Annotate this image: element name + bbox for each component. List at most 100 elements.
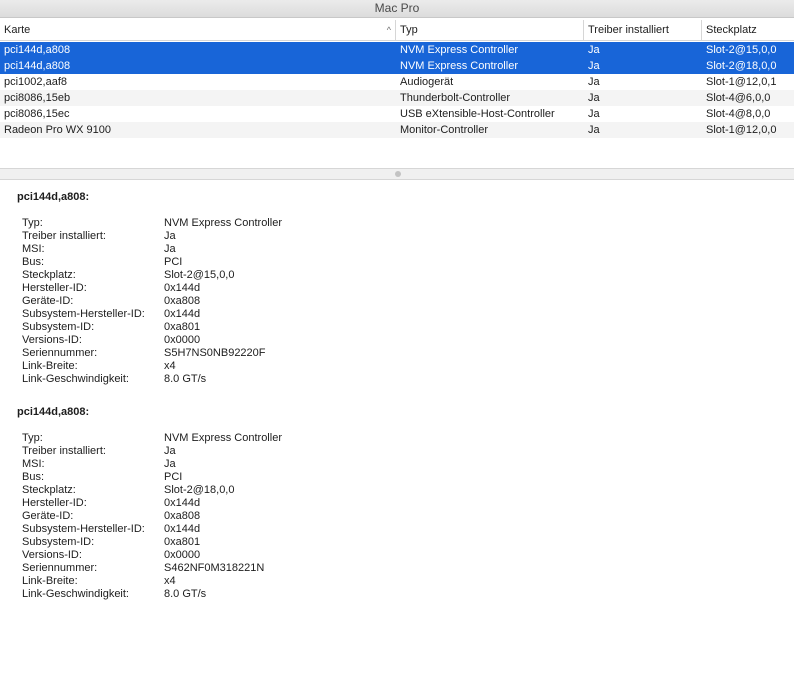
property-value: 0xa808 <box>164 510 201 522</box>
detail-property-row: Link-Geschwindigkeit: 8.0 GT/s <box>0 588 794 601</box>
property-key: Seriennummer: <box>22 347 98 359</box>
column-header-steckplatz[interactable]: Steckplatz <box>702 20 794 41</box>
table-row[interactable]: pci144d,a808 NVM Express Controller Ja Slot… <box>0 58 794 74</box>
table-row[interactable]: pci8086,15eb Thunderbolt-Controller Ja Slot… <box>0 90 794 106</box>
cell-typ: Thunderbolt-Controller <box>400 92 511 104</box>
property-value: 0x144d <box>164 523 201 535</box>
table-header: Karte ^ Typ Treiber installiert Steckpla… <box>0 20 794 41</box>
cell-steckplatz: Slot-4@6,0,0 <box>706 92 771 104</box>
cell-treiber: Ja <box>588 92 600 104</box>
property-key: Link-Geschwindigkeit: <box>22 588 129 600</box>
cell-steckplatz: Slot-1@12,0,1 <box>706 76 777 88</box>
divider-handle-icon[interactable] <box>395 171 401 177</box>
property-value: 0x0000 <box>164 549 201 561</box>
property-key: Link-Breite: <box>22 575 78 587</box>
detail-property-row: Steckplatz: Slot-2@18,0,0 <box>0 484 794 497</box>
detail-property-row: Link-Breite: x4 <box>0 575 794 588</box>
detail-property-row: Versions-ID: 0x0000 <box>0 549 794 562</box>
cell-karte: pci144d,a808 <box>4 44 71 56</box>
property-key: Bus: <box>22 256 45 268</box>
detail-pane: pci144d,a808: Typ: NVM Express Controller T… <box>0 181 794 689</box>
property-value: 0xa801 <box>164 536 201 548</box>
cell-karte: Radeon Pro WX 9100 <box>4 124 112 136</box>
cell-steckplatz: Slot-1@12,0,0 <box>706 124 777 136</box>
cell-treiber: Ja <box>588 60 600 72</box>
cell-treiber: Ja <box>588 76 600 88</box>
window-title: Mac Pro <box>0 0 794 18</box>
property-value: 8.0 GT/s <box>164 588 207 600</box>
detail-property-row: Bus: PCI <box>0 471 794 484</box>
cell-karte: pci8086,15eb <box>4 92 71 104</box>
property-value: S5H7NS0NB92220F <box>164 347 266 359</box>
property-key: Geräte-ID: <box>22 295 74 307</box>
detail-property-row: Subsystem-ID: 0xa801 <box>0 321 794 334</box>
detail-section-title: pci144d,a808: <box>17 406 90 418</box>
cell-treiber: Ja <box>588 108 600 120</box>
property-key: Steckplatz: <box>22 269 76 281</box>
detail-property-row: Subsystem-ID: 0xa801 <box>0 536 794 549</box>
property-key: Subsystem-ID: <box>22 321 95 333</box>
property-value: NVM Express Controller <box>164 432 282 444</box>
table-row[interactable]: pci1002,aaf8 Audiogerät Ja Slot-1@12,0,1 <box>0 74 794 90</box>
property-key: Versions-ID: <box>22 334 82 346</box>
property-value: 0x0000 <box>164 334 201 346</box>
detail-property-row: Link-Geschwindigkeit: 8.0 GT/s <box>0 373 794 386</box>
column-header-karte[interactable]: Karte ^ <box>0 20 396 41</box>
property-value: 0x144d <box>164 497 201 509</box>
column-header-typ[interactable]: Typ <box>396 20 584 41</box>
property-value: Slot-2@18,0,0 <box>164 484 235 496</box>
property-key: Hersteller-ID: <box>22 497 87 509</box>
column-header-label: Karte <box>4 24 31 36</box>
cell-typ: NVM Express Controller <box>400 44 518 56</box>
property-value: 0x144d <box>164 308 201 320</box>
sort-ascending-icon: ^ <box>386 25 391 35</box>
property-key: Subsystem-Hersteller-ID: <box>22 308 145 320</box>
property-value: x4 <box>164 360 176 372</box>
detail-property-row: Hersteller-ID: 0x144d <box>0 282 794 295</box>
detail-property-row: Seriennummer: S462NF0M318221N <box>0 562 794 575</box>
detail-property-row: Treiber installiert: Ja <box>0 445 794 458</box>
property-key: Subsystem-ID: <box>22 536 95 548</box>
detail-property-row: Hersteller-ID: 0x144d <box>0 497 794 510</box>
detail-property-row: Link-Breite: x4 <box>0 360 794 373</box>
detail-property-row: Geräte-ID: 0xa808 <box>0 510 794 523</box>
cell-steckplatz: Slot-2@18,0,0 <box>706 60 777 72</box>
property-value: 8.0 GT/s <box>164 373 207 385</box>
column-header-treiber[interactable]: Treiber installiert <box>584 20 702 41</box>
property-value: x4 <box>164 575 176 587</box>
property-key: Treiber installiert: <box>22 230 106 242</box>
cell-steckplatz: Slot-2@15,0,0 <box>706 44 777 56</box>
detail-property-row: Typ: NVM Express Controller <box>0 217 794 230</box>
property-value: S462NF0M318221N <box>164 562 265 574</box>
property-key: Bus: <box>22 471 45 483</box>
property-value: NVM Express Controller <box>164 217 282 229</box>
detail-property-row: Treiber installiert: Ja <box>0 230 794 243</box>
detail-property-row: Versions-ID: 0x0000 <box>0 334 794 347</box>
property-key: Versions-ID: <box>22 549 82 561</box>
detail-property-row: Subsystem-Hersteller-ID: 0x144d <box>0 308 794 321</box>
device-table: pci144d,a808 NVM Express Controller Ja Slot… <box>0 42 794 168</box>
property-key: Steckplatz: <box>22 484 76 496</box>
property-value: Ja <box>164 243 176 255</box>
detail-property-row: MSI: Ja <box>0 243 794 256</box>
detail-property-row: Subsystem-Hersteller-ID: 0x144d <box>0 523 794 536</box>
split-view-divider[interactable] <box>0 168 794 180</box>
table-row[interactable]: pci8086,15ec USB eXtensible-Host-Controll… <box>0 106 794 122</box>
property-value: 0xa808 <box>164 295 201 307</box>
detail-property-row: MSI: Ja <box>0 458 794 471</box>
property-key: Seriennummer: <box>22 562 98 574</box>
property-value: Ja <box>164 458 176 470</box>
table-row[interactable]: pci144d,a808 NVM Express Controller Ja Slot… <box>0 42 794 58</box>
property-key: Link-Geschwindigkeit: <box>22 373 129 385</box>
property-key: Treiber installiert: <box>22 445 106 457</box>
cell-karte: pci144d,a808 <box>4 60 71 72</box>
property-key: Typ: <box>22 432 43 444</box>
property-key: Geräte-ID: <box>22 510 74 522</box>
cell-karte: pci1002,aaf8 <box>4 76 67 88</box>
detail-property-row: Typ: NVM Express Controller <box>0 432 794 445</box>
property-value: PCI <box>164 471 183 483</box>
cell-treiber: Ja <box>588 124 600 136</box>
property-value: PCI <box>164 256 183 268</box>
property-key: Subsystem-Hersteller-ID: <box>22 523 145 535</box>
table-row[interactable]: Radeon Pro WX 9100 Monitor-Controller Ja Sl… <box>0 122 794 138</box>
